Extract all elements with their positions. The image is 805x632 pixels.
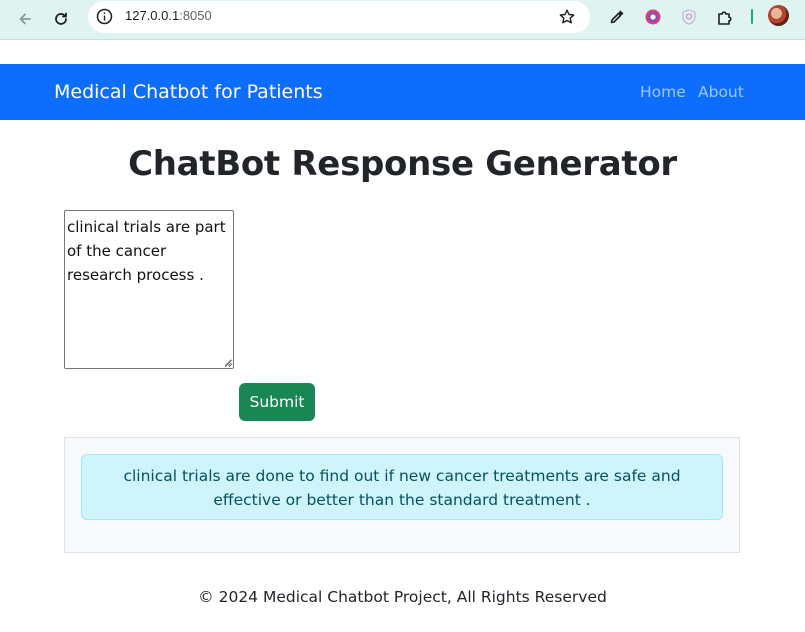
url-text: 127.0.0.1:8050 bbox=[125, 8, 212, 23]
back-arrow-icon[interactable] bbox=[14, 8, 36, 30]
submit-button[interactable]: Submit bbox=[239, 383, 315, 421]
url-host: 127.0.0.1 bbox=[125, 8, 180, 23]
footer-text: © 2024 Medical Chatbot Project, All Righ… bbox=[198, 588, 607, 606]
response-text: clinical trials are done to find out if … bbox=[123, 467, 681, 509]
extensions-puzzle-icon[interactable] bbox=[715, 7, 735, 27]
reload-icon[interactable] bbox=[50, 8, 72, 30]
nav-link-about[interactable]: About bbox=[698, 83, 744, 101]
response-card: clinical trials are done to find out if … bbox=[64, 437, 740, 553]
color-picker-icon[interactable] bbox=[643, 7, 663, 27]
site-info-icon[interactable] bbox=[96, 8, 113, 25]
bookmark-star-icon[interactable] bbox=[558, 8, 576, 26]
shield-extension-icon[interactable] bbox=[679, 7, 699, 27]
toolbar-divider bbox=[751, 9, 753, 24]
navbar: Medical Chatbot for Patients Home About bbox=[0, 64, 805, 120]
url-port: :8050 bbox=[179, 8, 212, 23]
navbar-brand[interactable]: Medical Chatbot for Patients bbox=[54, 81, 323, 103]
question-input[interactable] bbox=[64, 210, 234, 369]
browser-toolbar: 127.0.0.1:8050 bbox=[0, 0, 805, 40]
page-title: ChatBot Response Generator bbox=[128, 144, 677, 184]
address-bar[interactable]: 127.0.0.1:8050 bbox=[88, 1, 590, 33]
profile-avatar[interactable] bbox=[768, 5, 789, 26]
eyedropper-icon[interactable] bbox=[607, 7, 627, 27]
nav-link-home[interactable]: Home bbox=[640, 83, 686, 101]
response-alert: clinical trials are done to find out if … bbox=[81, 454, 723, 520]
